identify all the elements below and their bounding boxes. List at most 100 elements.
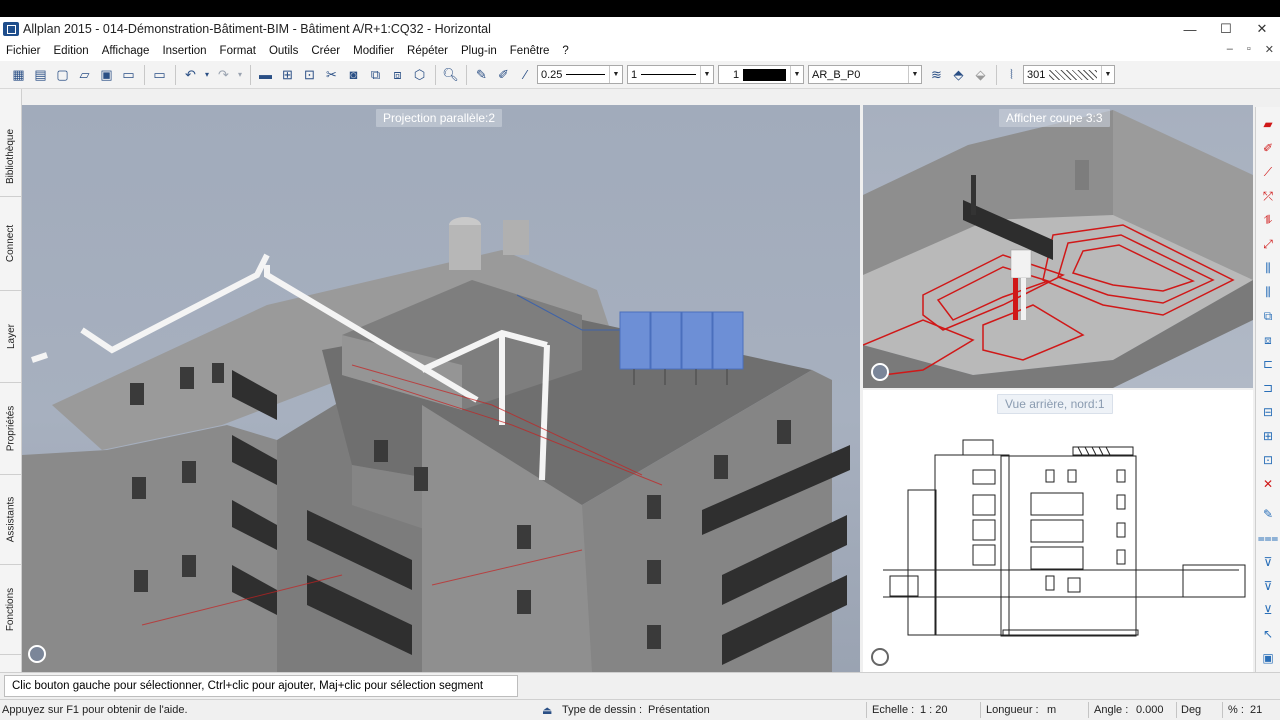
pen-thickness-value: 0.25 — [541, 68, 563, 81]
chevron-down-icon[interactable]: ▼ — [609, 66, 622, 83]
eyedropper-icon[interactable]: ⁄ — [515, 64, 536, 85]
viewport-rear-elevation[interactable]: Vue arrière, nord:1 — [863, 390, 1253, 672]
modify-icon[interactable]: ⤢ — [1259, 235, 1277, 253]
properties-brush-icon[interactable]: ✎ — [1259, 505, 1277, 523]
viewport-main-3d[interactable]: Projection parallèle:2 — [22, 105, 860, 672]
allplan-window: Allplan 2015 - 014-Démonstration-Bâtimen… — [0, 17, 1280, 720]
layer-print-icon[interactable]: ⬙ — [970, 64, 991, 85]
redo-dropdown-icon[interactable]: ▾ — [235, 64, 245, 85]
viewport-section-view[interactable]: Afficher coupe 3:3 — [863, 105, 1253, 388]
delete-eraser-icon[interactable]: ▰ — [1259, 115, 1277, 133]
drawing-files-icon[interactable]: ▤ — [30, 64, 51, 85]
open-folder-icon[interactable]: ▱ — [74, 64, 95, 85]
elevation-solar-panels — [1077, 446, 1111, 456]
pen-icon[interactable]: ✐ — [493, 64, 514, 85]
menu-insertion[interactable]: Insertion — [162, 45, 206, 57]
join-icon[interactable]: ⊞ — [1259, 427, 1277, 445]
menu-creer[interactable]: Créer — [311, 45, 340, 57]
tab-assistants[interactable]: Assistants — [0, 475, 22, 565]
split-icon[interactable]: ⥮ — [1259, 211, 1277, 229]
copy-icon[interactable]: ⧉ — [365, 64, 386, 85]
trim-icon[interactable]: ⟋ — [1259, 163, 1277, 181]
layout-icon[interactable]: ▭ — [149, 64, 170, 85]
undo-dropdown-icon[interactable]: ▾ — [202, 64, 212, 85]
length-unit[interactable]: m — [1047, 704, 1056, 716]
document-minimize-button[interactable]: – — [1227, 43, 1233, 56]
save-icon[interactable]: ▣ — [96, 64, 117, 85]
copy-element-icon[interactable]: ⧉ — [1259, 307, 1277, 325]
drawing-type-value[interactable]: Présentation — [648, 704, 710, 716]
cut-element-icon[interactable]: ⤱ — [1259, 187, 1277, 205]
layer-settings-icon[interactable]: ≋ — [926, 64, 947, 85]
layer-visibility-icon[interactable]: ⬘ — [948, 64, 969, 85]
new-document-icon[interactable]: ▢ — [52, 64, 73, 85]
line-type-select[interactable]: 1 ▼ — [627, 65, 714, 84]
hatch-select[interactable]: 301 ▼ — [1023, 65, 1115, 84]
document-restore-button[interactable]: ▫ — [1247, 43, 1251, 56]
viewport-navigation-icon[interactable] — [871, 648, 889, 666]
format-painter-icon[interactable]: ✎ — [471, 64, 492, 85]
scale-value[interactable]: 1 : 20 — [920, 704, 948, 716]
menu-outils[interactable]: Outils — [269, 45, 298, 57]
minimize-button[interactable]: — — [1172, 17, 1208, 41]
color-select[interactable]: 1 ▼ — [718, 65, 804, 84]
allplan-app-icon[interactable] — [3, 22, 19, 36]
3d-object-icon[interactable]: ⬡ — [409, 64, 430, 85]
print-preview-icon[interactable]: ▭ — [118, 64, 139, 85]
close-button[interactable]: ✕ — [1244, 17, 1280, 41]
view-icon[interactable]: ◙ — [343, 64, 364, 85]
layer-filter-icon[interactable]: ⩶ — [1258, 529, 1279, 547]
paste-icon[interactable]: ⧈ — [387, 64, 408, 85]
project-open-icon[interactable]: ▦ — [8, 64, 29, 85]
offset-icon[interactable]: ⊏ — [1259, 355, 1277, 373]
maximize-button[interactable]: ☐ — [1208, 17, 1244, 41]
filter-element-icon[interactable]: ⊽ — [1259, 577, 1277, 595]
viewport-navigation-icon[interactable] — [871, 363, 889, 381]
redo-icon[interactable]: ↷ — [213, 64, 234, 85]
menu-fichier[interactable]: Fichier — [6, 45, 41, 57]
cut-icon[interactable]: ✂ — [321, 64, 342, 85]
menu-affichage[interactable]: Affichage — [102, 45, 150, 57]
move-icon[interactable]: ⧈ — [1259, 331, 1277, 349]
menu-plug-in[interactable]: Plug-in — [461, 45, 497, 57]
rotate-icon[interactable]: ⫼ — [1259, 283, 1277, 301]
angle-value[interactable]: 0.000 — [1136, 704, 1164, 716]
filter-add-icon[interactable]: ⊻ — [1259, 601, 1277, 619]
chevron-down-icon[interactable]: ▼ — [790, 66, 803, 83]
scale-icon[interactable]: ⊡ — [1259, 451, 1277, 469]
menu-format[interactable]: Format — [220, 45, 256, 57]
hatch-settings-icon[interactable]: ⦚ — [1001, 64, 1022, 85]
delete-icon[interactable]: ✕ — [1259, 475, 1277, 493]
tab-fonctions[interactable]: Fonctions — [0, 565, 22, 655]
menu-help[interactable]: ? — [562, 45, 568, 57]
align-icon[interactable]: ⊟ — [1259, 403, 1277, 421]
dimension-icon[interactable]: ⊞ — [277, 64, 298, 85]
chevron-down-icon[interactable]: ▼ — [1101, 66, 1114, 83]
menu-edition[interactable]: Edition — [54, 45, 89, 57]
menu-fenetre[interactable]: Fenêtre — [510, 45, 550, 57]
chevron-down-icon[interactable]: ▼ — [908, 66, 921, 83]
viewport-navigation-icon[interactable] — [28, 645, 46, 663]
tab-layer[interactable]: Layer — [0, 291, 22, 383]
tab-connect[interactable]: Connect — [0, 197, 22, 291]
chevron-down-icon[interactable]: ▼ — [700, 66, 713, 83]
measure-icon[interactable]: ▬ — [255, 64, 276, 85]
zoom-icon[interactable]: 🔍︎ — [440, 64, 461, 85]
stretch-icon[interactable]: ⊐ — [1259, 379, 1277, 397]
tab-bibliotheque[interactable]: Bibliothèque — [0, 117, 22, 197]
transform-icon[interactable]: ⊡ — [299, 64, 320, 85]
layer-select[interactable]: AR_B_P0 ▼ — [808, 65, 922, 84]
undo-icon[interactable]: ↶ — [180, 64, 201, 85]
percent-value[interactable]: 21 — [1250, 704, 1262, 716]
document-close-button[interactable]: ✕ — [1265, 43, 1274, 56]
mirror-icon[interactable]: ⫼ — [1259, 259, 1277, 277]
tab-proprietes[interactable]: Propriétés — [0, 383, 22, 475]
delete-segment-icon[interactable]: ✐ — [1259, 139, 1277, 157]
menu-repeter[interactable]: Répéter — [407, 45, 448, 57]
select-cursor-icon[interactable]: ↖ — [1259, 625, 1277, 643]
pen-thickness-select[interactable]: 0.25 ▼ — [537, 65, 623, 84]
angle-unit[interactable]: Deg — [1181, 704, 1201, 716]
select-window-icon[interactable]: ▣ — [1259, 649, 1277, 667]
filter-icon[interactable]: ⊽ — [1259, 553, 1277, 571]
menu-modifier[interactable]: Modifier — [353, 45, 394, 57]
